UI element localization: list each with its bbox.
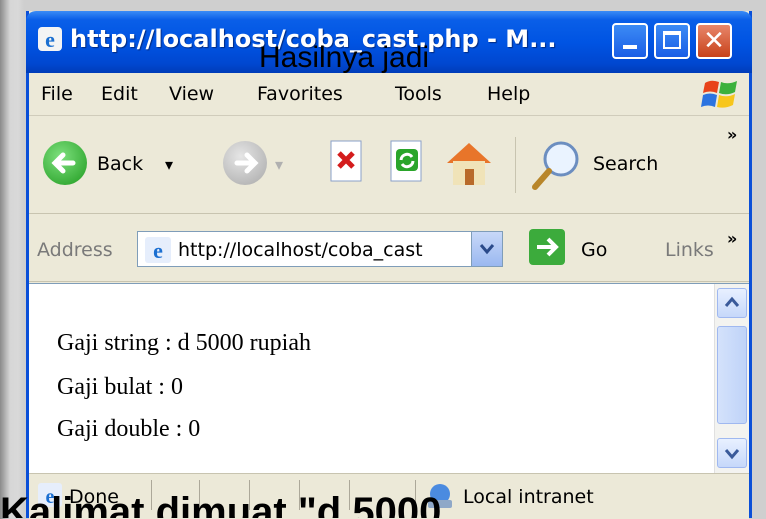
browser-window: e http://localhost/coba_cast.php - M... … (26, 11, 752, 519)
back-arrow-icon (43, 141, 87, 185)
back-dropdown-icon[interactable]: ▾ (165, 155, 173, 174)
page-content: Gaji string : d 5000 rupiah Gaji bulat :… (29, 283, 749, 474)
links-label[interactable]: Links (665, 239, 714, 261)
scroll-thumb[interactable] (717, 326, 747, 424)
address-input[interactable]: e http://localhost/coba_cast (137, 231, 503, 267)
menu-file[interactable]: File (41, 83, 73, 105)
refresh-button[interactable] (385, 137, 429, 193)
maximize-button[interactable] (654, 23, 690, 59)
search-button[interactable]: Search (529, 137, 699, 193)
search-icon (532, 141, 579, 190)
back-label: Back (97, 153, 144, 175)
toolbar: Back ▾ ▾ Search » (29, 117, 749, 214)
forward-button[interactable]: ▾ (197, 137, 283, 193)
search-label: Search (593, 153, 659, 175)
go-label[interactable]: Go (581, 239, 607, 261)
links-more-icon[interactable]: » (727, 229, 737, 248)
minimize-icon (623, 45, 637, 49)
menu-favorites[interactable]: Favorites (257, 83, 343, 105)
scroll-down-button[interactable] (717, 438, 747, 468)
security-zone-text: Local intranet (463, 486, 594, 508)
toolbar-separator (515, 137, 516, 193)
address-dropdown-button[interactable] (471, 232, 502, 266)
home-icon (447, 143, 491, 185)
forward-dropdown-icon: ▾ (275, 155, 284, 174)
chevron-down-icon (724, 449, 740, 460)
chevron-up-icon (724, 296, 740, 307)
menu-tools[interactable]: Tools (395, 83, 442, 105)
menu-help[interactable]: Help (487, 83, 530, 105)
maximize-icon (663, 31, 681, 49)
close-button[interactable]: ✕ (696, 23, 732, 59)
chevron-down-icon (479, 244, 495, 255)
scroll-up-button[interactable] (717, 288, 747, 318)
windows-logo-icon (701, 80, 737, 108)
output-line: Gaji bulat : 0 (57, 374, 183, 400)
address-bar: Address e http://localhost/coba_cast Go … (29, 215, 749, 282)
stop-button[interactable] (325, 137, 369, 193)
svg-text:e: e (45, 27, 55, 52)
menu-view[interactable]: View (169, 83, 214, 105)
close-icon: ✕ (703, 26, 725, 56)
svg-text:e: e (153, 238, 163, 263)
back-button[interactable]: Back ▾ (39, 137, 189, 193)
address-url: http://localhost/coba_cast (178, 239, 423, 261)
vertical-scrollbar[interactable] (714, 284, 749, 474)
page-ie-icon: e (145, 237, 171, 263)
go-button[interactable] (529, 229, 565, 265)
overlay-caption: Hasilnya jadi (259, 41, 430, 74)
forward-arrow-icon (223, 141, 267, 185)
bottom-caption-text: Kalimat dimuat "d 5000 (0, 496, 442, 518)
stop-icon (330, 140, 362, 182)
home-button[interactable] (441, 137, 497, 193)
menu-bar: File Edit View Favorites Tools Help (29, 73, 749, 116)
address-label: Address (37, 239, 113, 261)
refresh-icon (390, 140, 422, 182)
go-arrow-icon (537, 237, 559, 257)
bottom-caption: Kalimat dimuat "d 5000 (0, 496, 441, 518)
minimize-button[interactable] (612, 23, 648, 59)
toolbar-more-icon[interactable]: » (727, 125, 737, 144)
ie-icon: e (38, 27, 62, 52)
output-line: Gaji string : d 5000 rupiah (57, 330, 311, 356)
output-line: Gaji double : 0 (57, 416, 201, 442)
menu-edit[interactable]: Edit (101, 83, 138, 105)
